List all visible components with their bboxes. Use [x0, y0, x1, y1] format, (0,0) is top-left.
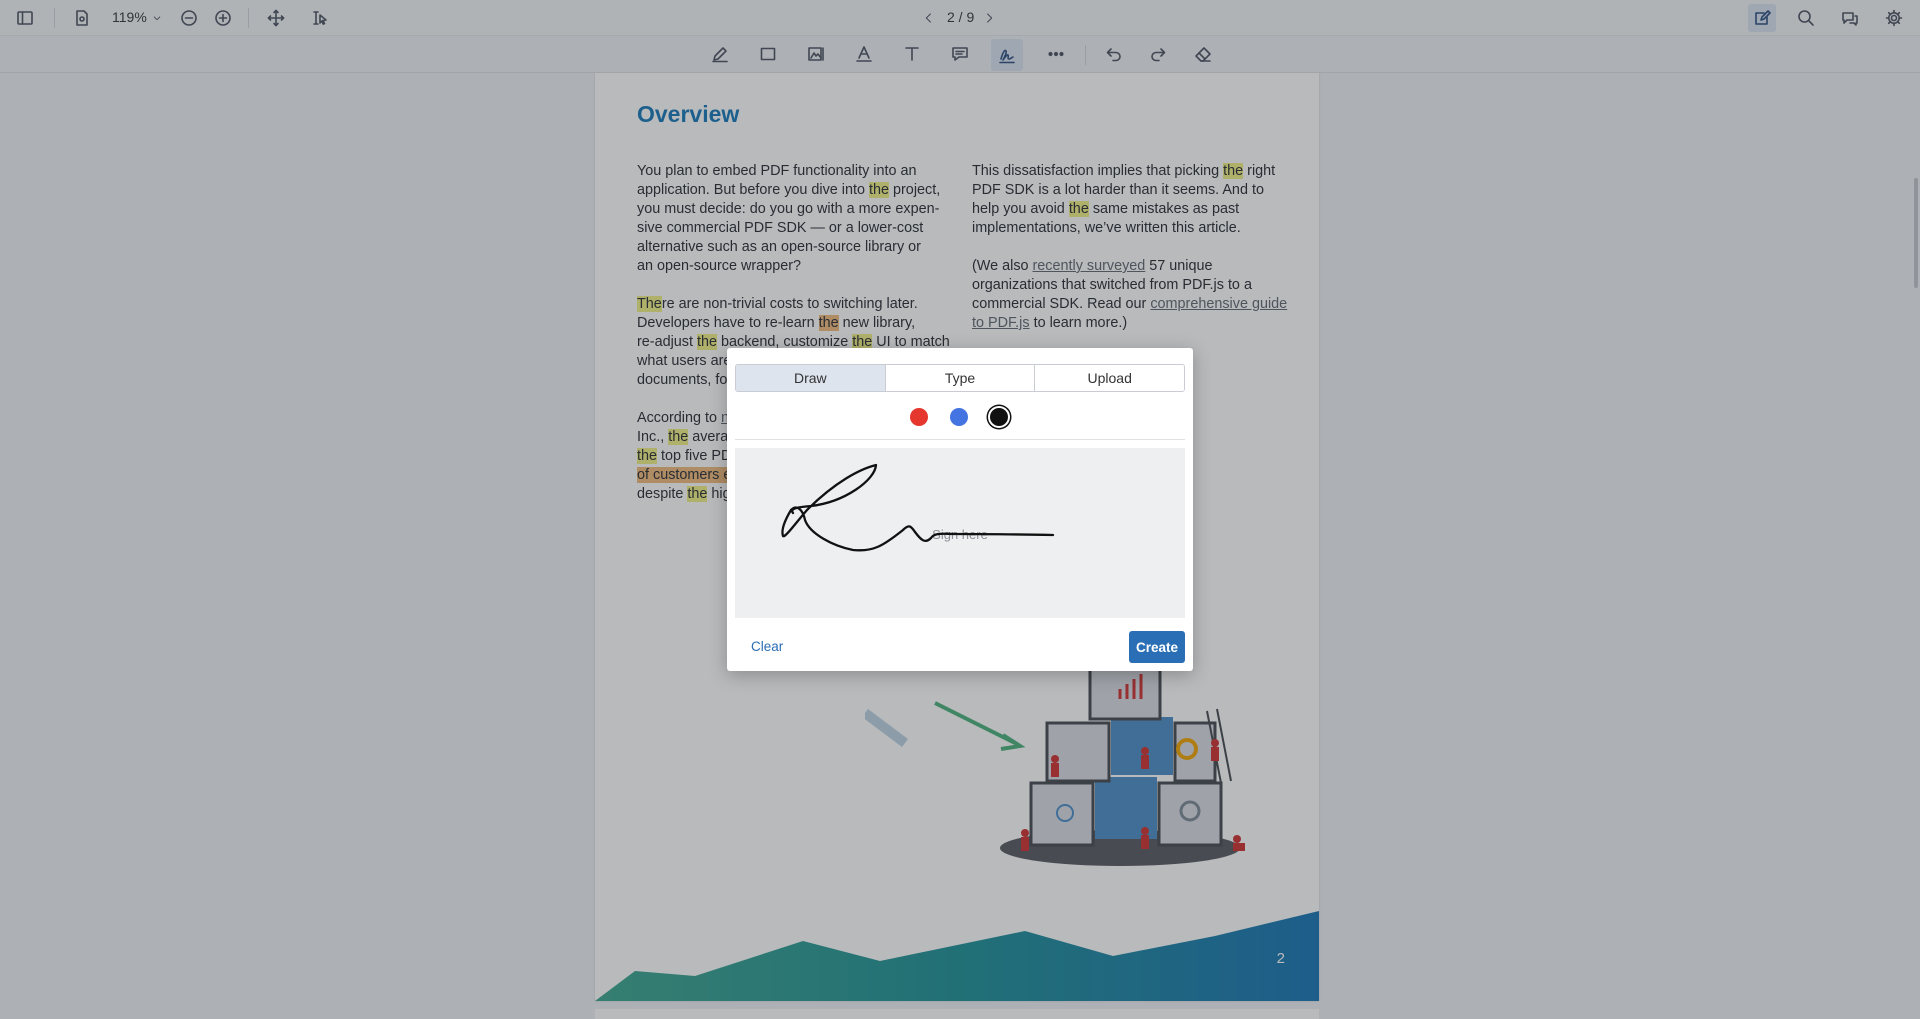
tab-upload[interactable]: Upload	[1034, 365, 1184, 391]
color-picker	[727, 405, 1193, 429]
signature-dialog: Draw Type Upload Sign here Clear Create	[727, 348, 1193, 671]
color-swatch-red[interactable]	[910, 408, 928, 426]
signature-stroke	[781, 463, 1055, 552]
signature-mode-tabs: Draw Type Upload	[735, 364, 1185, 392]
color-swatch-black[interactable]	[990, 408, 1008, 426]
tab-draw[interactable]: Draw	[736, 365, 885, 391]
signature-canvas[interactable]: Sign here	[735, 448, 1185, 618]
tab-type[interactable]: Type	[884, 365, 1035, 391]
divider	[735, 439, 1185, 440]
clear-button[interactable]: Clear	[751, 639, 783, 654]
color-swatch-blue[interactable]	[950, 408, 968, 426]
create-button[interactable]: Create	[1129, 631, 1185, 663]
